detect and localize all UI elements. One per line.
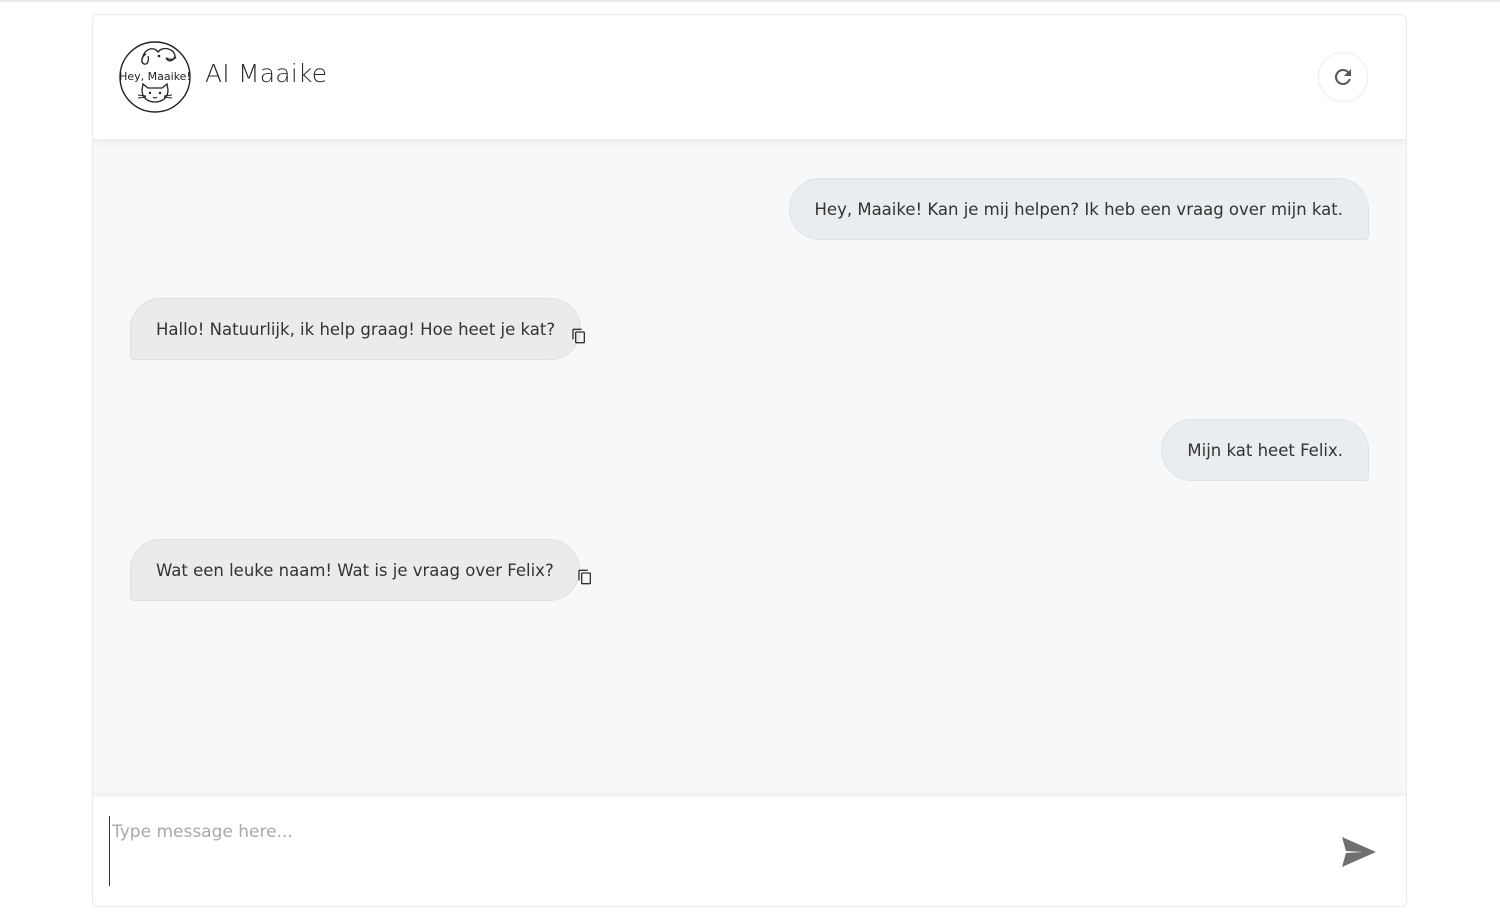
- composer: [93, 795, 1406, 906]
- copy-icon: [578, 569, 591, 585]
- copy-button[interactable]: [576, 568, 594, 586]
- copy-button[interactable]: [570, 327, 588, 345]
- page-title: AI Maaike: [205, 59, 328, 88]
- top-divider: [0, 0, 1500, 2]
- user-message: Mijn kat heet Felix.: [1161, 419, 1369, 481]
- assistant-message: Hallo! Natuurlijk, ik help graag! Hoe he…: [130, 298, 582, 360]
- refresh-button[interactable]: [1318, 52, 1368, 102]
- refresh-icon: [1334, 68, 1351, 85]
- logo: Hey, Maaike!: [119, 41, 191, 113]
- message-list: Hey, Maaike! Kan je mij helpen? Ik heb e…: [93, 140, 1406, 795]
- chat-header: Hey, Maaike! AI Maaike: [93, 15, 1406, 140]
- user-message: Hey, Maaike! Kan je mij helpen? Ik heb e…: [788, 178, 1369, 240]
- send-button[interactable]: [1339, 832, 1379, 872]
- send-icon: [1342, 837, 1376, 867]
- message-input[interactable]: [109, 816, 1309, 886]
- assistant-message: Wat een leuke naam! Wat is je vraag over…: [130, 539, 580, 601]
- chat-window: Hey, Maaike! AI Maaike Hey, Maaike! Kan …: [92, 14, 1407, 907]
- logo-text: Hey, Maaike!: [119, 70, 191, 83]
- copy-icon: [572, 328, 585, 344]
